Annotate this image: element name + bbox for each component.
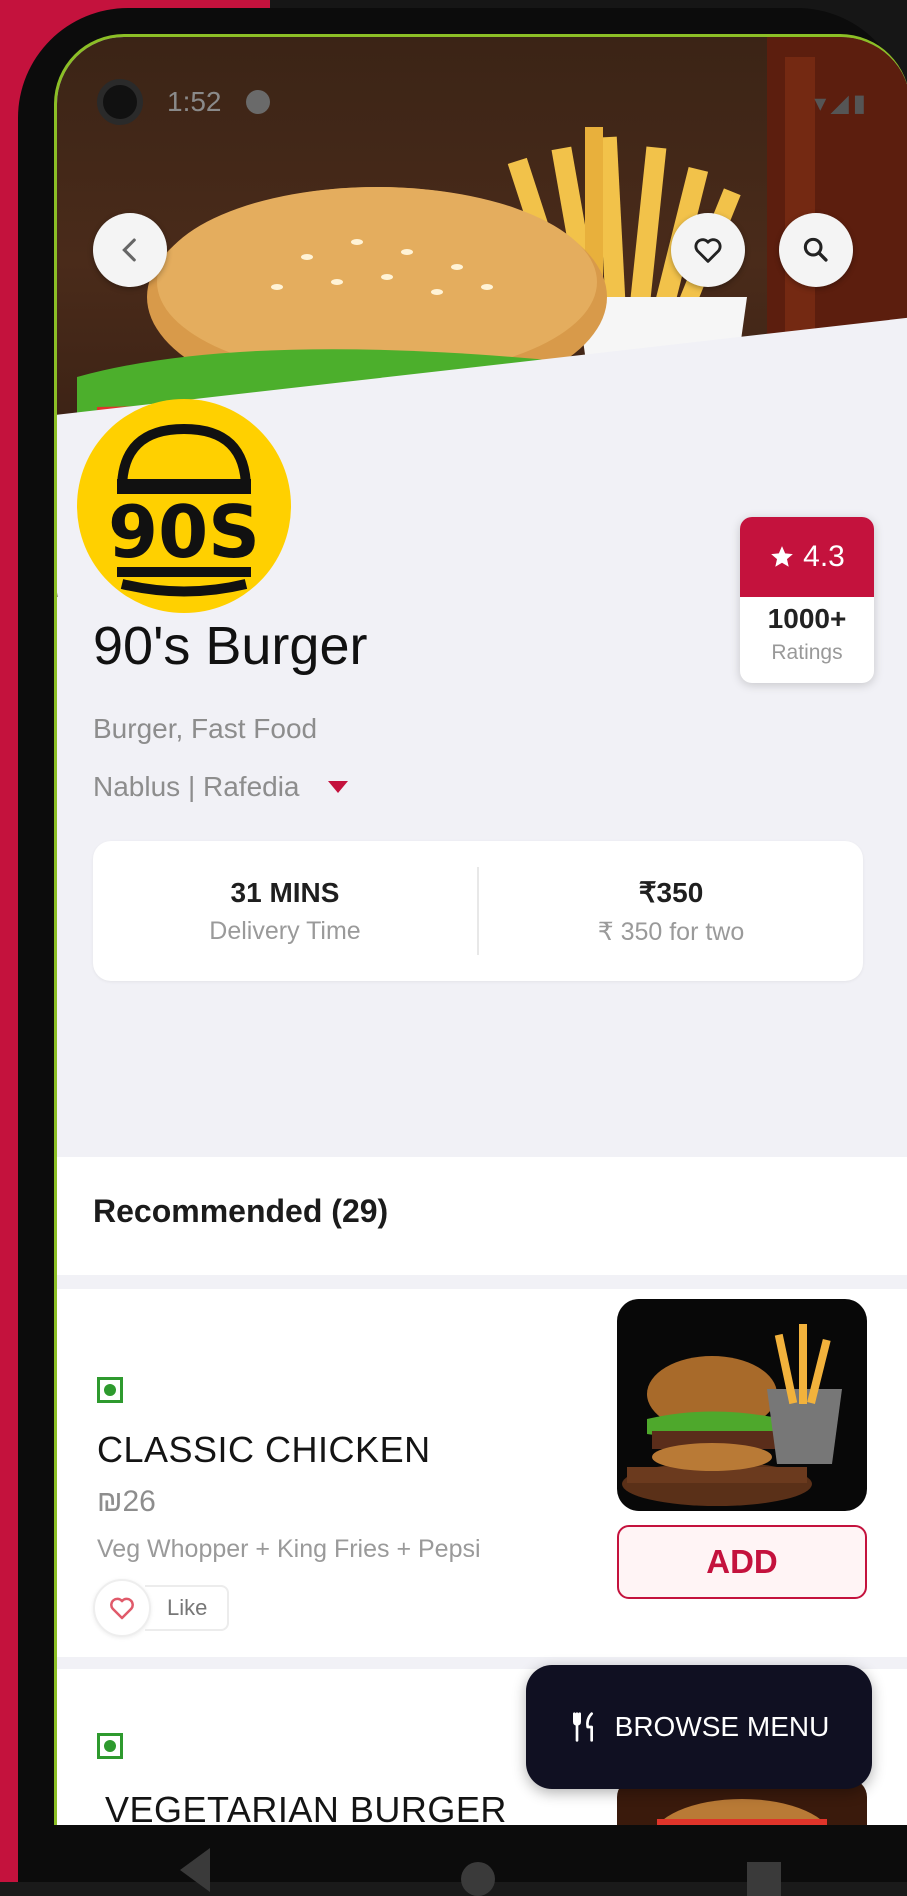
status-bar: 1:52 — [97, 77, 270, 127]
browse-menu-label: BROWSE MENU — [614, 1711, 830, 1742]
like-label: Like — [145, 1585, 230, 1631]
recommended-title: Recommended (29) — [93, 1193, 389, 1229]
app-screen: 1:52 ▾◢▮ 90S 4.3 1000+ Ratings 90's Burg… — [54, 34, 907, 1825]
back-button[interactable] — [93, 213, 167, 287]
restaurant-name: 90's Burger — [93, 616, 368, 676]
delivery-time-label: Delivery Time — [209, 916, 361, 945]
delivery-time-value: 31 MINS — [230, 876, 340, 908]
item-name: CLASSIC CHICKEN — [97, 1429, 431, 1470]
rating-count: 1000+ — [767, 603, 847, 634]
back-chevron-icon — [122, 238, 136, 262]
item-name: VEGETARIAN BURGER — [105, 1789, 507, 1825]
notification-icon — [245, 90, 270, 114]
cost-value: ₹350 — [638, 876, 704, 908]
delivery-time-cell: 31 MINS Delivery Time — [93, 877, 477, 946]
item-description: Veg Whopper + King Fries + Pepsi — [97, 1535, 481, 1563]
cost-cell: ₹350 ₹ 350 for two — [479, 876, 863, 947]
delivery-info-card: 31 MINS Delivery Time ₹350 ₹ 350 for two — [93, 841, 863, 981]
menu-item: CLASSIC CHICKEN ₪26 Veg Whopper + King F… — [57, 1289, 907, 1657]
item-image — [617, 1299, 867, 1511]
system-nav-bar — [54, 1822, 907, 1896]
like-button[interactable]: Like — [93, 1579, 230, 1637]
restaurant-logo: 90S — [77, 399, 291, 613]
camera-icon — [97, 79, 143, 125]
restaurant-cuisine: Burger, Fast Food — [93, 713, 318, 744]
rating-badge: 4.3 — [740, 517, 874, 597]
favorite-button[interactable] — [671, 213, 745, 287]
nav-recent-icon[interactable] — [747, 1862, 782, 1896]
location-text: Nablus | Rafedia — [93, 771, 300, 802]
star-icon — [771, 546, 793, 567]
status-icons: ▾◢▮ — [814, 90, 870, 117]
veg-indicator-icon — [97, 1377, 123, 1403]
status-time: 1:52 — [167, 86, 222, 117]
add-button[interactable]: ADD — [617, 1525, 867, 1599]
recommended-header[interactable]: Recommended (29) — [57, 1157, 907, 1275]
rating-label: Ratings — [771, 641, 843, 664]
browse-menu-button[interactable]: BROWSE MENU — [526, 1665, 872, 1789]
rating-card: 4.3 1000+ Ratings — [740, 517, 874, 683]
rating-value: 4.3 — [803, 540, 845, 573]
like-heart-icon — [93, 1579, 151, 1637]
item-price: ₪26 — [97, 1485, 156, 1518]
nav-back-icon[interactable] — [179, 1848, 210, 1892]
search-icon — [803, 237, 828, 262]
logo-text: 90S — [108, 490, 260, 574]
location-selector[interactable]: Nablus | Rafedia — [93, 771, 348, 803]
veg-indicator-icon — [97, 1733, 123, 1759]
cutlery-icon — [572, 1712, 593, 1742]
nav-home-icon[interactable] — [461, 1862, 496, 1896]
caret-down-icon — [327, 781, 348, 793]
favorite-heart-icon — [694, 238, 722, 263]
search-button[interactable] — [779, 213, 853, 287]
cost-label: ₹ 350 for two — [597, 917, 745, 946]
